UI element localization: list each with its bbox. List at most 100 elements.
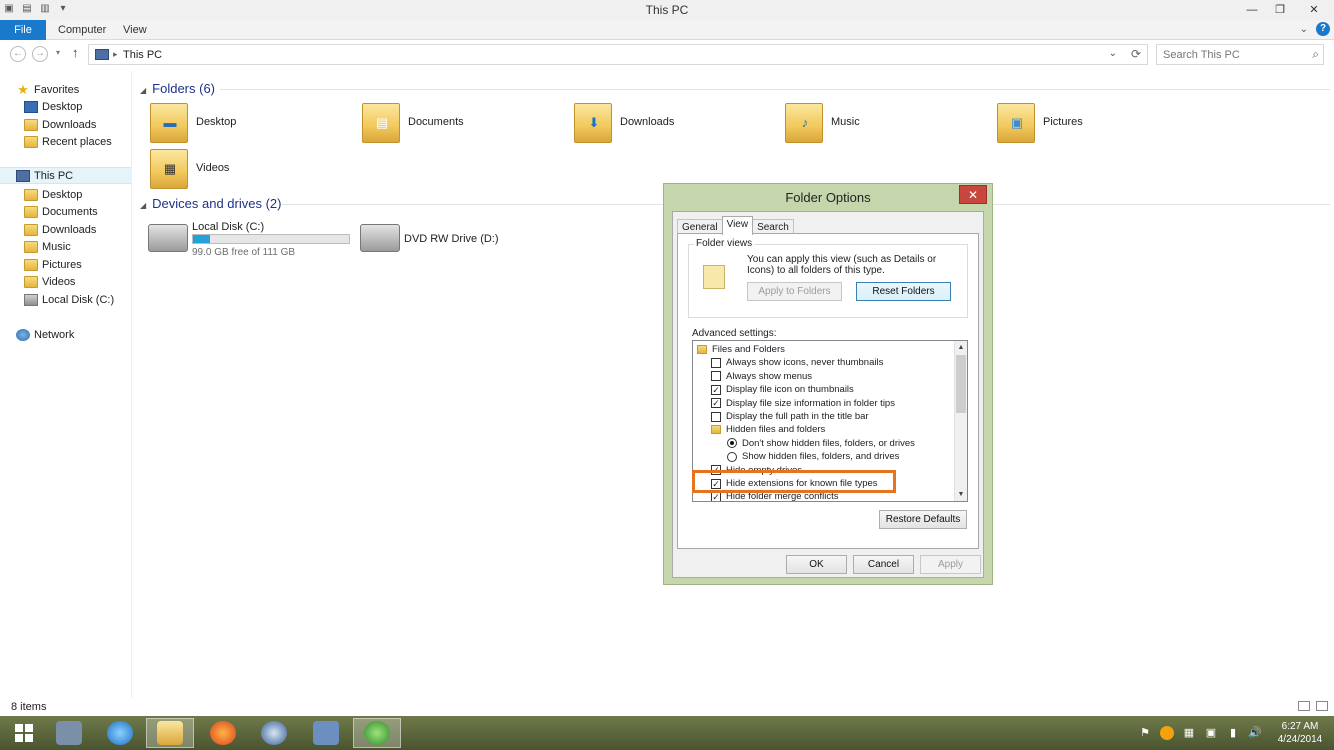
start-button[interactable] [0,718,48,748]
taskbar-network-app[interactable] [302,718,350,748]
tab-computer[interactable]: Computer [58,20,106,40]
drive-c-name: Local Disk (C:) [192,221,265,233]
folder-tile-desktop[interactable]: ▬ Desktop [150,103,350,147]
folder-icon [711,425,721,435]
folder-label: Desktop [196,116,237,128]
ok-button[interactable]: OK [786,555,847,574]
nav-favorites-label: Favorites [34,83,80,96]
nav-pc-local-disk-label: Local Disk (C:) [42,293,115,306]
tree-row-check[interactable]: ✓ Display file icon on thumbnails [711,383,854,396]
restore-defaults-button[interactable]: Restore Defaults [879,510,967,529]
folder-tile-videos[interactable]: ▦ Videos [150,149,350,193]
tab-view[interactable]: View [123,20,147,40]
scroll-up-icon[interactable]: ▲ [955,341,967,354]
tab-file[interactable]: File [0,20,46,40]
breadcrumb-separator-icon[interactable]: ▸ [113,49,118,60]
update-icon[interactable] [1160,726,1174,740]
scroll-down-icon[interactable]: ▼ [955,488,967,501]
details-view-icon[interactable] [1298,701,1310,711]
taskbar-globe-app[interactable] [353,718,401,748]
folder-views-icon [703,265,725,289]
tree-scrollbar[interactable]: ▲ ▼ [954,341,967,501]
checkbox[interactable] [711,411,721,422]
tree-row-check[interactable]: ✓ Hide empty drives [711,464,802,477]
checkbox[interactable] [711,371,721,382]
tree-row-check[interactable]: ✓ Display file size information in folder… [711,397,895,410]
dialog-close-button[interactable]: ✕ [959,185,987,204]
flag-icon[interactable]: ⚑ [1138,726,1152,740]
tree-row-label: Always show menus [726,370,813,382]
search-input[interactable]: Search This PC ⌕ [1156,44,1324,65]
taskbar-thunderbird[interactable] [250,718,298,748]
nav-network[interactable]: Network [16,326,147,343]
devices-group-header[interactable]: ◢ Devices and drives (2) [140,196,281,211]
signal-icon[interactable]: ▮ [1226,726,1240,740]
address-dropdown-icon[interactable]: ⌄ [1109,48,1117,59]
minimize-button[interactable]: — [1238,0,1266,20]
address-bar[interactable]: ▸ This PC ⌄ ⟳ [88,44,1148,65]
recent-locations-chevron-icon[interactable]: ▾ [56,48,60,57]
reset-folders-button[interactable]: Reset Folders [856,282,951,301]
folder-tile-documents[interactable]: ▤ Documents [362,103,562,147]
tree-row-check[interactable]: Always show icons, never thumbnails [711,356,883,369]
volume-icon[interactable]: 🔊 [1248,726,1262,740]
cancel-button[interactable]: Cancel [853,555,914,574]
scroll-thumb[interactable] [956,355,966,413]
radio-button[interactable] [727,438,737,449]
help-icon[interactable]: ? [1316,22,1330,36]
checkbox[interactable]: ✓ [711,491,721,501]
restore-button[interactable]: ❐ [1266,0,1294,20]
apply-button[interactable]: Apply [920,555,981,574]
breadcrumb-this-pc[interactable]: This PC [123,49,162,61]
nav-favorites[interactable]: ★ Favorites [16,81,147,98]
checkbox[interactable]: ✓ [711,398,721,409]
collapse-triangle-icon[interactable]: ◢ [140,86,146,95]
tree-row-radio[interactable]: Show hidden files, folders, and drives [727,450,899,463]
checkbox[interactable]: ✓ [711,465,721,476]
taskbar-file-explorer[interactable] [146,718,194,748]
refresh-icon[interactable]: ⟳ [1131,47,1141,61]
checkbox[interactable]: ✓ [711,478,721,489]
tree-row-check[interactable]: Display the full path in the title bar [711,410,869,423]
drive-tile-dvd[interactable]: DVD RW Drive (D:) [360,218,580,262]
tree-row-check[interactable]: ✓ Hide extensions for known file types [711,477,878,490]
star-icon: ★ [17,81,29,97]
tab-view-active[interactable]: View [721,216,754,235]
expand-ribbon-chevron-icon[interactable]: ⌄ [1300,24,1308,35]
checkbox[interactable]: ✓ [711,384,721,395]
taskbar-calculator[interactable] [45,718,93,748]
search-icon[interactable]: ⌕ [1312,47,1319,62]
apply-to-folders-button[interactable]: Apply to Folders [747,282,842,301]
folder-views-legend: Folder views [694,238,755,249]
music-folder-icon: ♪ [785,103,823,143]
forward-button[interactable]: → [32,46,48,62]
tree-row-label: Hide folder merge conflicts [726,491,839,502]
tree-row-label: Don't show hidden files, folders, or dri… [742,437,915,449]
dialog-title: Folder Options [785,190,871,205]
address-row: ← → ▾ ↑ ▸ This PC ⌄ ⟳ Search This PC ⌕ [0,41,1334,67]
radio-button[interactable] [727,451,737,462]
nav-this-pc[interactable]: This PC [0,167,131,184]
up-arrow-icon[interactable]: ↑ [72,45,79,60]
folder-tile-pictures[interactable]: ▣ Pictures [997,103,1197,147]
close-button[interactable]: ✕ [1294,0,1334,20]
network-tray-icon[interactable]: ▦ [1182,726,1196,740]
dialog-title-bar[interactable]: Folder Options ✕ [664,184,992,211]
clock[interactable]: 6:27 AM 4/24/2014 [1270,720,1330,746]
calendar-icon[interactable]: ▣ [1204,726,1218,740]
large-icons-view-icon[interactable] [1316,701,1328,711]
back-button[interactable]: ← [10,46,26,62]
tree-row-label: Always show icons, never thumbnails [726,357,884,369]
tree-row-radio[interactable]: Don't show hidden files, folders, or dri… [727,437,915,450]
drive-tile-local-disk[interactable]: Local Disk (C:) 99.0 GB free of 111 GB [148,218,368,262]
checkbox[interactable] [711,357,721,368]
tree-row-check[interactable]: ✓ Hide folder merge conflicts [711,490,839,502]
folder-tile-music[interactable]: ♪ Music [785,103,985,147]
taskbar-internet-explorer[interactable] [96,718,144,748]
taskbar-firefox[interactable] [199,718,247,748]
collapse-triangle-icon[interactable]: ◢ [140,201,146,210]
folders-group-header[interactable]: ◢ Folders (6) [140,81,215,96]
tree-row-check[interactable]: Always show menus [711,370,812,383]
folder-tile-downloads[interactable]: ⬇ Downloads [574,103,774,147]
advanced-settings-list[interactable]: ▲ ▼ Files and Folders Always show icons, … [692,340,968,502]
